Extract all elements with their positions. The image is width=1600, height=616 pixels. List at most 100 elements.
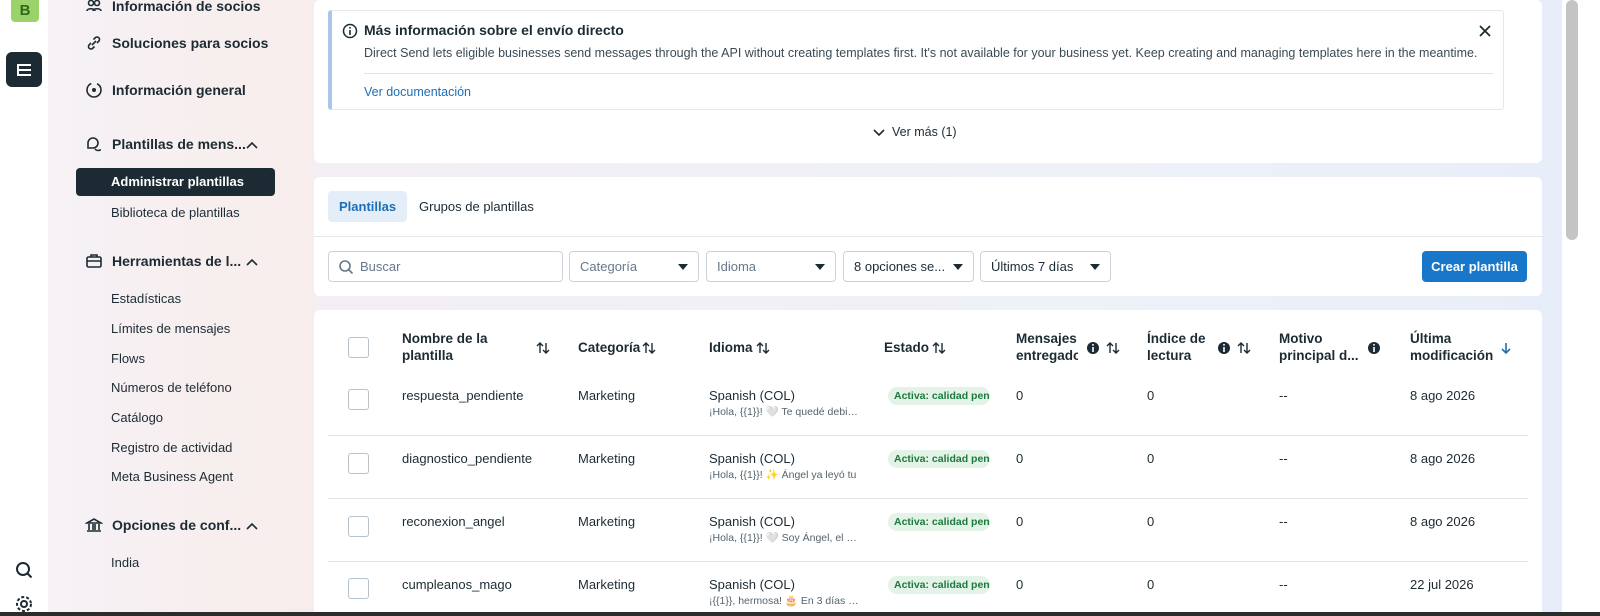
toolbox-icon bbox=[84, 251, 104, 271]
documentation-link[interactable]: Ver documentación bbox=[364, 85, 471, 99]
sidebar-section-templates[interactable]: Plantillas de mens... bbox=[84, 134, 246, 154]
read-rate: 0 bbox=[1147, 577, 1155, 592]
category-select-value: Categoría bbox=[580, 259, 638, 274]
status-badge: Activa: calidad pendiente bbox=[888, 576, 990, 594]
template-name[interactable]: cumpleanos_mago bbox=[402, 577, 512, 592]
column-header-category[interactable]: Categoría bbox=[578, 339, 640, 356]
notice-card: Más información sobre el envío directo D… bbox=[314, 0, 1542, 163]
column-header-modified[interactable]: Última modificación bbox=[1410, 330, 1500, 364]
create-template-button[interactable]: Crear plantilla bbox=[1422, 251, 1527, 282]
search-placeholder: Buscar bbox=[360, 259, 401, 274]
info-icon bbox=[342, 23, 358, 39]
dropdown-arrow-icon bbox=[815, 264, 825, 270]
row-checkbox[interactable] bbox=[348, 578, 369, 599]
tab-templates[interactable]: Plantillas bbox=[328, 191, 408, 222]
sidebar-item-flows[interactable]: Flows bbox=[111, 351, 145, 366]
chevron-up-icon[interactable] bbox=[244, 138, 260, 154]
sidebar-section-label: Plantillas de mens... bbox=[112, 136, 246, 152]
column-header-reason[interactable]: Motivo principal d... bbox=[1279, 330, 1359, 364]
sort-icon[interactable] bbox=[1236, 340, 1252, 356]
template-language: Spanish (COL) bbox=[709, 577, 795, 592]
sort-icon[interactable] bbox=[641, 340, 657, 356]
search-icon bbox=[339, 260, 354, 275]
hamburger-icon bbox=[17, 63, 31, 76]
page-scrollbar[interactable] bbox=[1562, 0, 1600, 616]
menu-toggle-button[interactable] bbox=[6, 52, 42, 87]
status-select[interactable]: 8 opciones se... bbox=[843, 251, 974, 282]
sidebar-item-india[interactable]: India bbox=[111, 555, 139, 570]
sidebar-item-statistics[interactable]: Estadísticas bbox=[111, 291, 181, 306]
sidebar-item-phone-numbers[interactable]: Números de teléfono bbox=[111, 380, 232, 395]
sidebar-item-template-library[interactable]: Biblioteca de plantillas bbox=[111, 205, 240, 220]
link-icon bbox=[84, 33, 104, 53]
template-language: Spanish (COL) bbox=[709, 388, 795, 403]
sidebar-section-tools[interactable]: Herramientas de l... bbox=[84, 251, 241, 271]
template-name[interactable]: diagnostico_pendiente bbox=[402, 451, 532, 466]
column-header-read-rate[interactable]: Índice de lectura bbox=[1147, 330, 1217, 364]
gear-icon[interactable] bbox=[14, 594, 34, 614]
status-select-value: 8 opciones se... bbox=[854, 259, 946, 274]
template-category: Marketing bbox=[578, 577, 636, 592]
select-all-checkbox[interactable] bbox=[348, 337, 369, 358]
template-name[interactable]: reconexion_angel bbox=[402, 514, 505, 529]
sort-icon[interactable] bbox=[755, 340, 771, 356]
reason: -- bbox=[1279, 451, 1288, 466]
search-input[interactable]: Buscar bbox=[328, 251, 563, 282]
sidebar-item-activity-log[interactable]: Registro de actividad bbox=[111, 440, 232, 455]
sidebar-section-settings[interactable]: Opciones de conf... bbox=[84, 515, 241, 535]
scrollbar-thumb[interactable] bbox=[1566, 0, 1578, 240]
language-select[interactable]: Idioma bbox=[706, 251, 836, 282]
info-icon[interactable] bbox=[1366, 340, 1382, 356]
template-category: Marketing bbox=[578, 451, 636, 466]
sort-icon[interactable] bbox=[931, 340, 947, 356]
search-icon[interactable] bbox=[14, 560, 34, 580]
sidebar-item-catalog[interactable]: Catálogo bbox=[111, 410, 163, 425]
chevron-up-icon[interactable] bbox=[244, 255, 260, 271]
delivered-count: 0 bbox=[1016, 388, 1024, 403]
business-avatar[interactable]: B bbox=[11, 0, 39, 22]
sidebar-item-message-limits[interactable]: Límites de mensajes bbox=[111, 321, 230, 336]
column-header-delivered[interactable]: Mensajes entregados bbox=[1016, 330, 1078, 364]
tab-template-groups[interactable]: Grupos de plantillas bbox=[408, 191, 545, 222]
template-name[interactable]: respuesta_pendiente bbox=[402, 388, 523, 403]
close-icon[interactable] bbox=[1477, 23, 1493, 39]
date-range-select[interactable]: Últimos 7 días bbox=[980, 251, 1111, 282]
sidebar-item-overview[interactable]: Información general bbox=[84, 80, 246, 100]
row-checkbox[interactable] bbox=[348, 389, 369, 410]
arrow-down-icon[interactable] bbox=[1498, 340, 1514, 356]
sidebar-item-partner-solutions[interactable]: Soluciones para socios bbox=[84, 33, 268, 53]
sort-icon[interactable] bbox=[535, 340, 551, 356]
row-divider bbox=[328, 561, 1528, 562]
dropdown-arrow-icon bbox=[953, 264, 963, 270]
dropdown-arrow-icon bbox=[1090, 264, 1100, 270]
chevron-down-icon bbox=[873, 129, 885, 137]
sidebar-item-label: Información general bbox=[112, 82, 246, 98]
show-more-button[interactable]: Ver más (1) bbox=[872, 125, 957, 139]
sidebar-item-manage-templates[interactable]: Administrar plantillas bbox=[76, 168, 275, 196]
sidebar-item-partners-info[interactable]: Información de socios bbox=[84, 0, 261, 16]
delivered-count: 0 bbox=[1016, 577, 1024, 592]
info-icon[interactable] bbox=[1085, 340, 1101, 356]
row-checkbox[interactable] bbox=[348, 516, 369, 537]
direct-send-banner: Más información sobre el envío directo D… bbox=[328, 10, 1504, 110]
sidebar-section-label: Opciones de conf... bbox=[112, 517, 242, 533]
read-rate: 0 bbox=[1147, 451, 1155, 466]
sidebar-item-label: Información de socios bbox=[112, 0, 261, 14]
column-header-name[interactable]: Nombre de la plantilla bbox=[402, 330, 522, 364]
sort-icon[interactable] bbox=[1105, 340, 1121, 356]
delivered-count: 0 bbox=[1016, 451, 1024, 466]
category-select[interactable]: Categoría bbox=[569, 251, 699, 282]
column-header-language[interactable]: Idioma bbox=[709, 339, 753, 356]
read-rate: 0 bbox=[1147, 388, 1155, 403]
template-language: Spanish (COL) bbox=[709, 514, 795, 529]
show-more-label: Ver más (1) bbox=[892, 125, 957, 139]
sidebar-item-meta-business-agent[interactable]: Meta Business Agent bbox=[111, 469, 233, 484]
chevron-up-icon[interactable] bbox=[244, 519, 260, 535]
column-header-status[interactable]: Estado bbox=[884, 339, 929, 356]
reason: -- bbox=[1279, 388, 1288, 403]
date-range-value: Últimos 7 días bbox=[991, 259, 1074, 274]
chat-icon bbox=[84, 134, 104, 154]
banner-title: Más información sobre el envío directo bbox=[364, 22, 624, 38]
row-checkbox[interactable] bbox=[348, 453, 369, 474]
info-icon[interactable] bbox=[1216, 340, 1232, 356]
